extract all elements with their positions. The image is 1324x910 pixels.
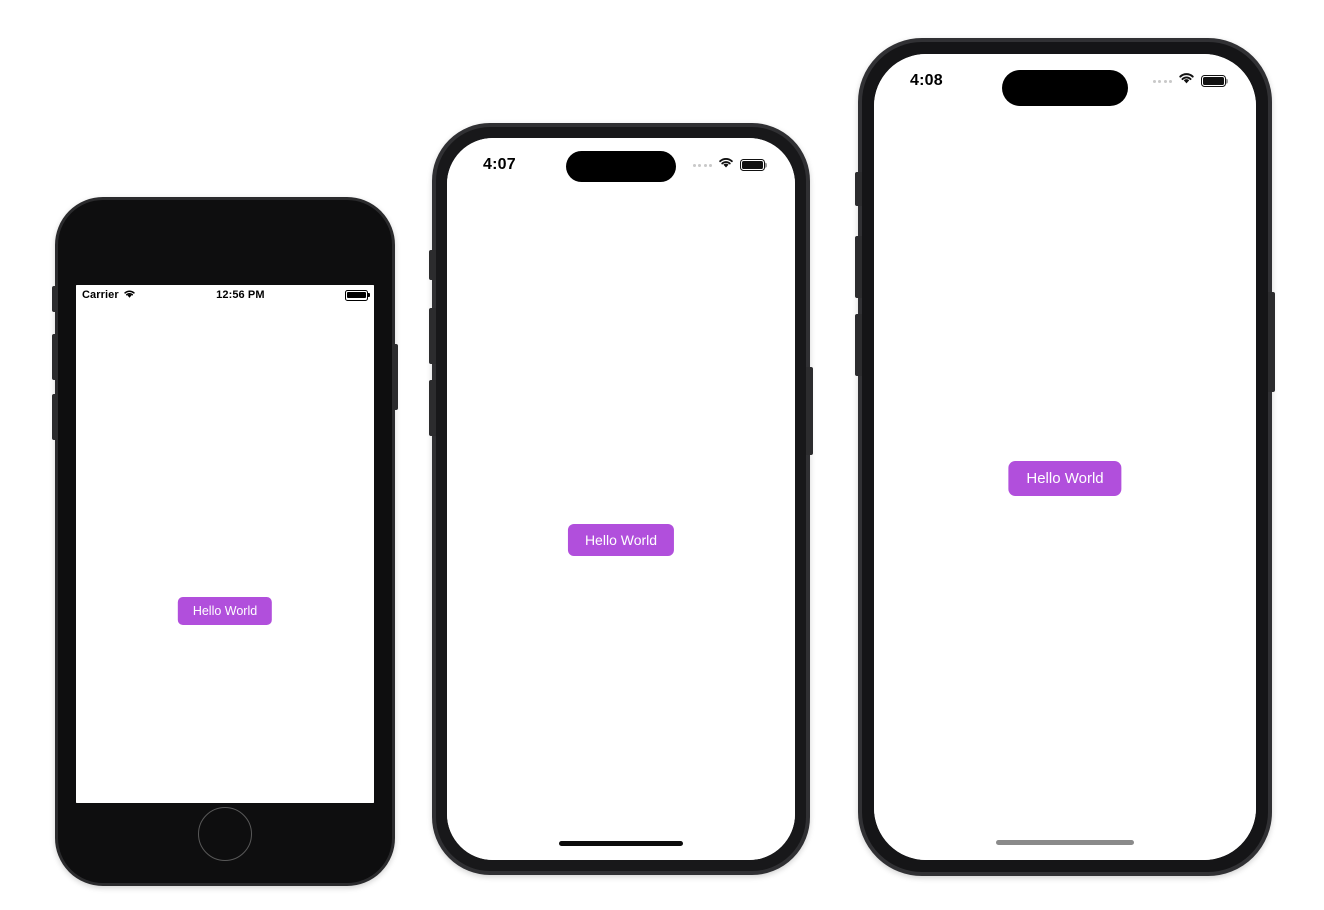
ring-silent-switch[interactable] (52, 286, 58, 312)
power-button[interactable] (1268, 292, 1275, 392)
battery-full-icon (740, 158, 765, 172)
dynamic-island (566, 151, 676, 182)
screen-iphone-15-pro-max: 4:08 Hello World (874, 54, 1256, 860)
app-canvas-iphone-15: 4:07 Hello World (447, 138, 795, 860)
battery-full-icon (345, 289, 368, 301)
devices-stage: Carrier 12:56 PM Hello World 4:07 Hello … (0, 0, 1324, 910)
app-canvas-iphone-15-pro-max: 4:08 Hello World (874, 54, 1256, 860)
wifi-icon (1178, 72, 1195, 90)
hello-world-button[interactable]: Hello World (567, 524, 675, 556)
home-indicator[interactable] (559, 841, 683, 846)
device-iphone-15: 4:07 Hello World (429, 123, 813, 875)
status-bar-right (1152, 72, 1226, 90)
wifi-icon (718, 156, 734, 174)
screen-iphone-15: 4:07 Hello World (447, 138, 795, 860)
volume-up-button[interactable] (855, 236, 862, 298)
volume-down-button[interactable] (429, 380, 436, 436)
status-bar-left: Carrier (82, 289, 136, 302)
home-button[interactable] (198, 807, 252, 861)
device-iphone-15-pro-max: 4:08 Hello World (855, 38, 1275, 876)
status-bar-right (345, 289, 368, 301)
volume-up-button[interactable] (429, 308, 436, 364)
screen-iphone-se: Carrier 12:56 PM Hello World (76, 285, 374, 803)
device-iphone-se: Carrier 12:56 PM Hello World (52, 197, 398, 886)
wifi-icon (123, 289, 136, 302)
status-bar-iphone-se: Carrier 12:56 PM (76, 285, 374, 305)
status-bar-right (692, 156, 765, 174)
volume-down-button[interactable] (855, 314, 862, 376)
power-button[interactable] (806, 367, 813, 455)
status-bar-time: 4:08 (910, 72, 943, 89)
volume-down-button[interactable] (52, 394, 58, 440)
volume-up-button[interactable] (52, 334, 58, 380)
app-canvas-iphone-se: Carrier 12:56 PM Hello World (76, 285, 374, 803)
dynamic-island (1002, 70, 1128, 106)
cellular-bars-icon (1152, 79, 1172, 83)
battery-full-icon (1201, 74, 1226, 88)
power-button[interactable] (392, 344, 398, 410)
hello-world-button[interactable]: Hello World (1008, 461, 1122, 496)
status-bar-time: 4:07 (483, 156, 516, 173)
carrier-label: Carrier (82, 289, 119, 301)
status-bar-time: 12:56 PM (216, 289, 265, 301)
hello-world-button[interactable]: Hello World (177, 597, 273, 625)
action-button[interactable] (855, 172, 862, 206)
cellular-bars-icon (692, 163, 712, 167)
home-indicator[interactable] (996, 840, 1134, 845)
ring-silent-switch[interactable] (429, 250, 436, 280)
